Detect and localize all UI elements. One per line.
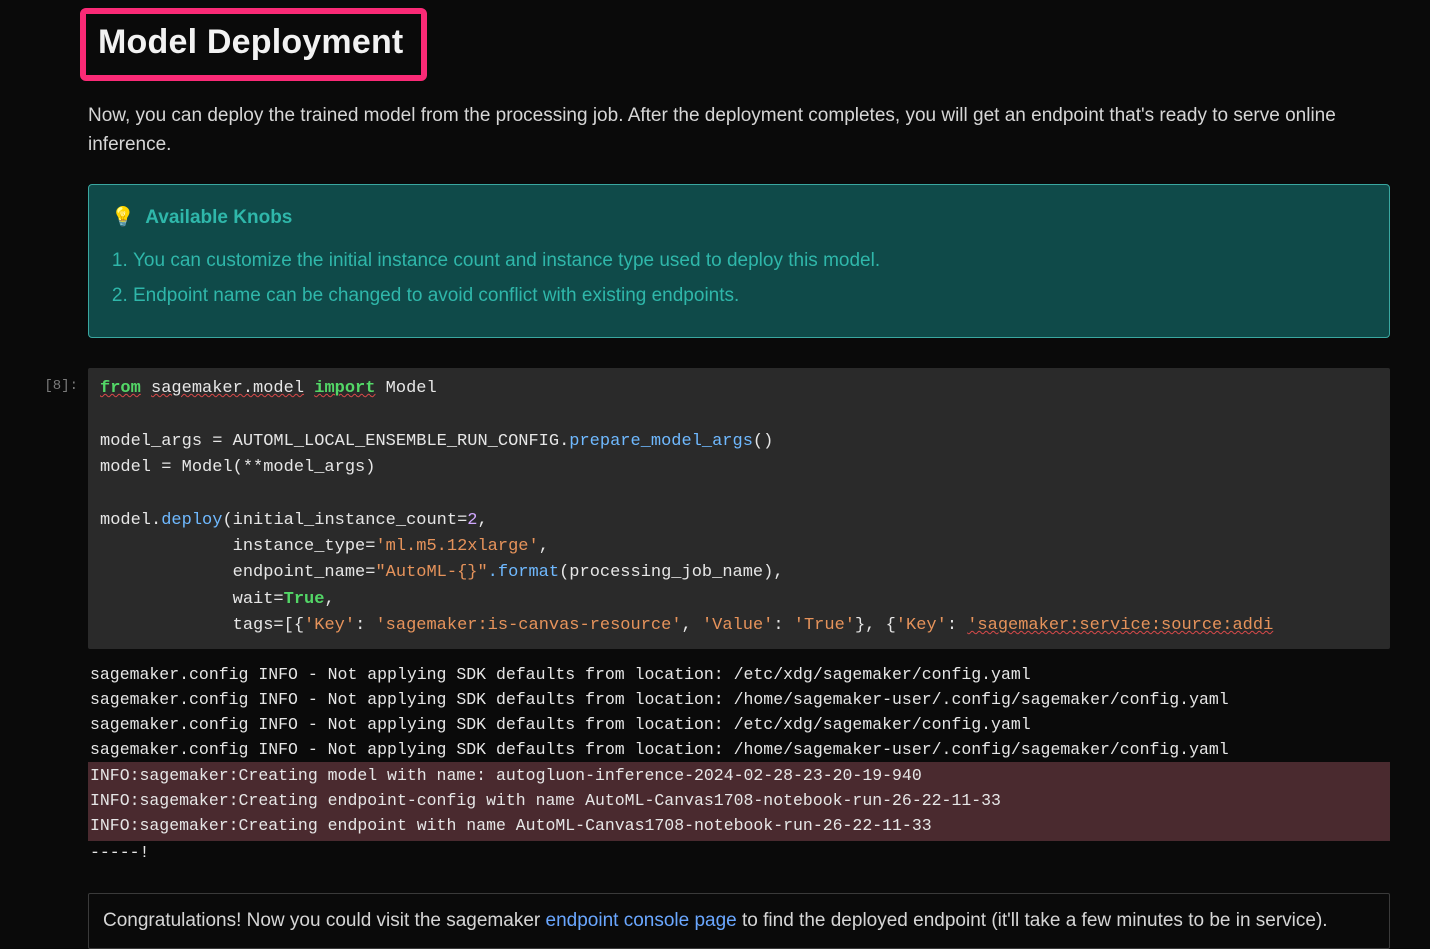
code-cell[interactable]: from sagemaker.model import Model model_… bbox=[88, 368, 1390, 649]
output-line-highlighted: INFO:sagemaker:Creating model with name:… bbox=[88, 762, 1390, 840]
code-token: : bbox=[773, 616, 793, 635]
code-token: prepare_model_args bbox=[569, 432, 753, 451]
available-knobs-callout: 💡 Available Knobs You can customize the … bbox=[88, 184, 1390, 338]
callout-list: You can customize the initial instance c… bbox=[133, 246, 1369, 311]
markdown-cell: Congratulations! Now you could visit the… bbox=[88, 893, 1390, 948]
endpoint-console-link[interactable]: endpoint console page bbox=[546, 910, 737, 931]
code-token: instance_type= bbox=[100, 537, 375, 556]
output-line: -----! bbox=[90, 843, 149, 862]
code-token: sagemaker.model bbox=[151, 379, 304, 398]
code-token: : bbox=[947, 616, 967, 635]
lightbulb-icon: 💡 bbox=[111, 207, 135, 228]
output-line: sagemaker.config INFO - Not applying SDK… bbox=[90, 715, 1031, 734]
code-token: import bbox=[314, 379, 375, 398]
code-token: 'Value' bbox=[702, 616, 773, 635]
cell-prompt: [8]: bbox=[4, 368, 88, 398]
code-token: 'True' bbox=[794, 616, 855, 635]
output-line: INFO:sagemaker:Creating endpoint with na… bbox=[90, 816, 932, 835]
code-token: 'sagemaker:is-canvas-resource' bbox=[375, 616, 681, 635]
code-token: 'sagemaker:service:source:addi bbox=[967, 616, 1273, 635]
code-token: from bbox=[100, 379, 141, 398]
code-token: }, { bbox=[855, 616, 896, 635]
code-cell-row: [8]: from sagemaker.model import Model m… bbox=[88, 368, 1390, 649]
code-token: , bbox=[682, 616, 702, 635]
code-token: (initial_instance_count= bbox=[222, 511, 467, 530]
code-token: Model bbox=[386, 379, 437, 398]
code-token: 2 bbox=[467, 511, 477, 530]
callout-item: You can customize the initial instance c… bbox=[133, 246, 1369, 275]
section-description: Now, you can deploy the trained model fr… bbox=[88, 101, 1386, 160]
code-token: model_args = AUTOML_LOCAL_ENSEMBLE_RUN_C… bbox=[100, 432, 569, 451]
markdown-text: Congratulations! Now you could visit the… bbox=[103, 910, 546, 931]
output-line: sagemaker.config INFO - Not applying SDK… bbox=[90, 740, 1229, 759]
section-heading-highlight: Model Deployment bbox=[80, 8, 427, 81]
section-title: Model Deployment bbox=[98, 16, 403, 69]
code-token: True bbox=[284, 590, 325, 609]
cell-output: sagemaker.config INFO - Not applying SDK… bbox=[88, 659, 1390, 865]
code-token: : bbox=[355, 616, 375, 635]
code-token: model = Model(**model_args) bbox=[100, 458, 375, 477]
code-token: 'Key' bbox=[896, 616, 947, 635]
output-line: INFO:sagemaker:Creating model with name:… bbox=[90, 766, 922, 785]
output-line: sagemaker.config INFO - Not applying SDK… bbox=[90, 690, 1229, 709]
code-token: tags=[{ bbox=[100, 616, 304, 635]
code-token: (processing_job_name), bbox=[559, 563, 783, 582]
markdown-text: to find the deployed endpoint (it'll tak… bbox=[737, 910, 1328, 931]
code-token: model. bbox=[100, 511, 161, 530]
code-token: .format bbox=[488, 563, 559, 582]
callout-title-text: Available Knobs bbox=[145, 207, 292, 228]
code-token: wait= bbox=[100, 590, 284, 609]
output-line: sagemaker.config INFO - Not applying SDK… bbox=[90, 665, 1031, 684]
code-token: "AutoML-{}" bbox=[375, 563, 487, 582]
code-token: 'ml.m5.12xlarge' bbox=[375, 537, 538, 556]
code-token: 'Key' bbox=[304, 616, 355, 635]
callout-item: Endpoint name can be changed to avoid co… bbox=[133, 281, 1369, 310]
code-token: () bbox=[753, 432, 773, 451]
callout-title: 💡 Available Knobs bbox=[111, 203, 1369, 232]
code-token: deploy bbox=[161, 511, 222, 530]
output-line: INFO:sagemaker:Creating endpoint-config … bbox=[90, 791, 1001, 810]
code-token: endpoint_name= bbox=[100, 563, 375, 582]
